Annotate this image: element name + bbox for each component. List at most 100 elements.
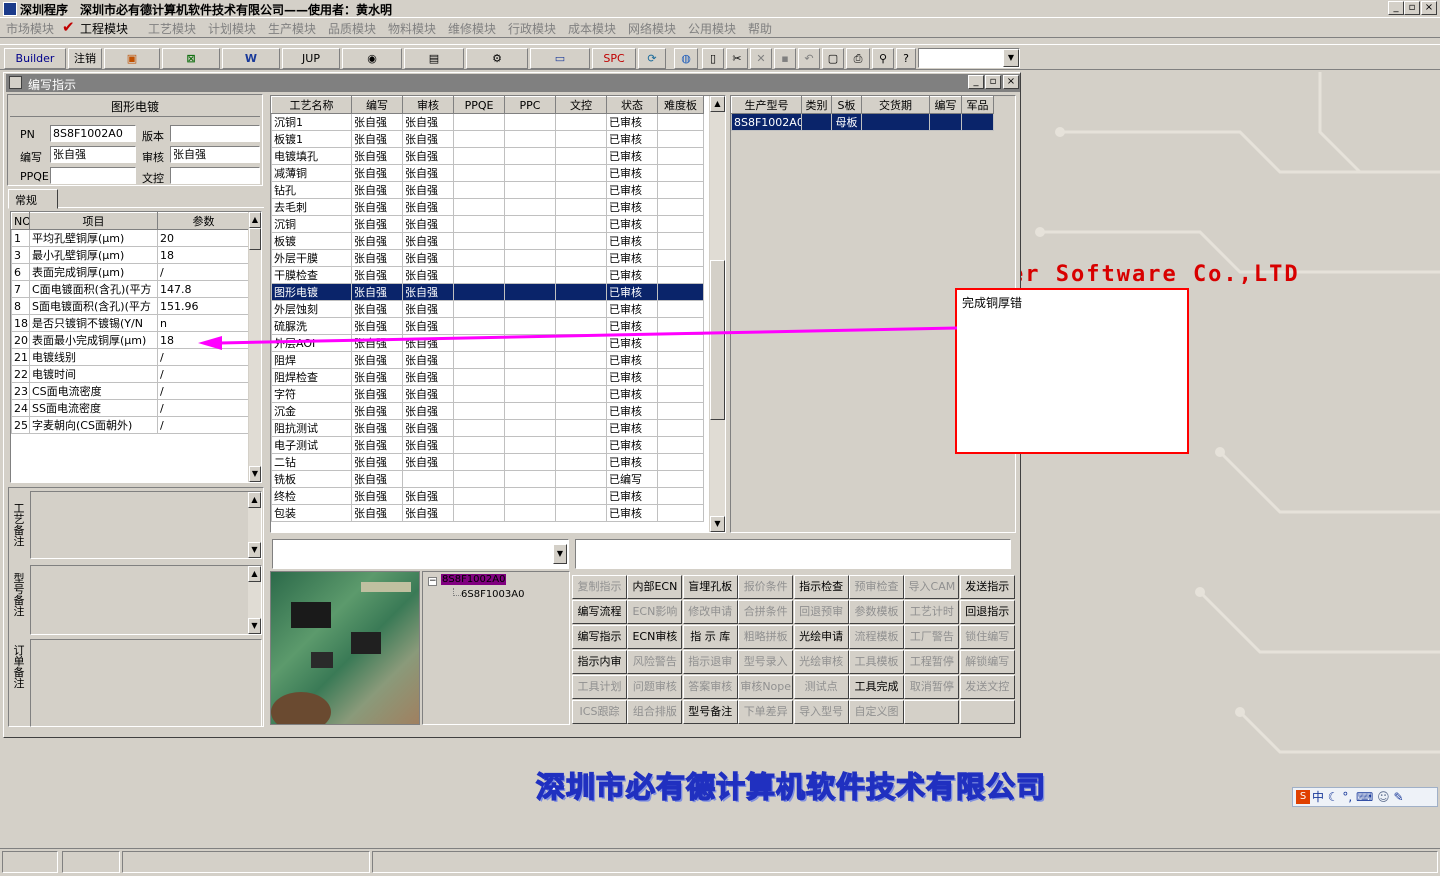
process-cell[interactable]: 张自强 (351, 453, 403, 471)
save-icon[interactable]: ▪ (774, 48, 796, 69)
param-row[interactable]: 21 电镀线别 / (11, 348, 250, 366)
action-button[interactable]: 工程暂停 (904, 650, 960, 674)
action-button[interactable]: 盲埋孔板 (682, 575, 738, 599)
process-cell[interactable] (657, 317, 704, 335)
process-cell[interactable] (453, 164, 505, 182)
process-cell[interactable]: 张自强 (402, 368, 454, 386)
process-cell[interactable] (504, 453, 556, 471)
process-cell[interactable]: 张自强 (351, 385, 403, 403)
process-header[interactable]: PPC (504, 96, 556, 114)
process-cell[interactable] (504, 232, 556, 250)
process-cell[interactable] (555, 487, 607, 505)
param-item[interactable]: CS面电流密度 (29, 382, 158, 400)
process-cell[interactable]: 张自强 (402, 419, 454, 437)
close-button[interactable]: × (1421, 1, 1437, 15)
process-cell[interactable]: 已审核 (606, 181, 658, 199)
param-no[interactable]: 3 (11, 246, 30, 264)
action-button[interactable]: 修改申请 (682, 600, 738, 624)
action-button[interactable]: 审核Nope (738, 675, 794, 699)
toolbar-combo[interactable]: ▼ (918, 48, 1020, 68)
action-button[interactable]: 风险警告 (627, 650, 683, 674)
product-cell[interactable] (801, 113, 832, 131)
process-cell[interactable] (504, 283, 556, 301)
process-cell[interactable] (555, 181, 607, 199)
process-cell[interactable] (453, 402, 505, 420)
process-cell[interactable]: 张自强 (351, 368, 403, 386)
process-header[interactable]: 难度板 (657, 96, 704, 114)
process-cell[interactable] (555, 283, 607, 301)
scroll-down-arrow[interactable]: ▼ (248, 542, 261, 558)
action-button[interactable] (959, 700, 1015, 724)
process-cell[interactable]: 张自强 (402, 453, 454, 471)
process-cell[interactable]: 已审核 (606, 453, 658, 471)
process-cell[interactable] (657, 368, 704, 386)
process-cell[interactable]: 已审核 (606, 113, 658, 131)
builder-button[interactable]: Builder (4, 48, 66, 69)
menu-common[interactable]: 公用模块 (688, 20, 736, 37)
process-cell[interactable]: 张自强 (402, 215, 454, 233)
process-cell[interactable]: 张自强 (351, 317, 403, 335)
process-row[interactable]: 阻抗测试 张自强 张自强 已审核 (271, 419, 704, 437)
param-value[interactable]: n (157, 314, 250, 332)
param-value[interactable]: 18 (157, 246, 250, 264)
process-row[interactable]: 外层蚀刻 张自强 张自强 已审核 (271, 300, 704, 318)
process-header[interactable]: 审核 (402, 96, 454, 114)
process-row[interactable]: 包装 张自强 张自强 已审核 (271, 504, 704, 522)
process-scrollbar[interactable]: ▲ ▼ (709, 96, 725, 532)
process-cell[interactable]: 张自强 (351, 164, 403, 182)
action-button[interactable]: 指示检查 (793, 575, 849, 599)
param-item[interactable]: 电镀线别 (29, 348, 158, 366)
process-cell[interactable] (555, 470, 607, 488)
process-cell[interactable]: 张自强 (402, 181, 454, 199)
menu-engineering[interactable]: 工程模块 (80, 20, 128, 37)
product-row[interactable]: 8S8F1002A0 母板 (731, 113, 994, 131)
scroll-down-arrow[interactable]: ▼ (248, 618, 261, 634)
process-cell[interactable] (504, 436, 556, 454)
process-cell[interactable]: 字符 (271, 385, 352, 403)
process-row[interactable]: 外层干膜 张自强 张自强 已审核 (271, 249, 704, 267)
param-no[interactable]: 18 (11, 314, 30, 332)
process-cell[interactable]: 图形电镀 (271, 283, 352, 301)
process-cell[interactable]: 张自强 (351, 147, 403, 165)
process-cell[interactable]: 张自强 (402, 113, 454, 131)
param-row[interactable]: 18 是否只镀铜不镀锡(Y/N n (11, 314, 250, 332)
process-cell[interactable] (504, 198, 556, 216)
action-button[interactable]: 指示内审 (572, 650, 627, 674)
model-note-scrollbar[interactable]: ▲ ▼ (247, 566, 261, 634)
process-cell[interactable] (555, 130, 607, 148)
action-button[interactable]: 参数模板 (849, 600, 904, 624)
scroll-thumb[interactable] (710, 260, 725, 420)
param-row[interactable]: 20 表面最小完成铜厚(μm) 18 (11, 331, 250, 349)
process-cell[interactable] (453, 317, 505, 335)
process-cell[interactable] (453, 487, 505, 505)
product-header[interactable]: 类别 (801, 96, 832, 114)
process-row[interactable]: 减薄铜 张自强 张自强 已审核 (271, 164, 704, 182)
process-header[interactable]: 工艺名称 (271, 96, 352, 114)
process-cell[interactable]: 终检 (271, 487, 352, 505)
process-cell[interactable]: 张自强 (351, 266, 403, 284)
reviewer-field[interactable]: 张自强 (170, 146, 260, 163)
undo-icon[interactable]: ↶ (798, 48, 820, 69)
process-cell[interactable] (555, 436, 607, 454)
process-cell[interactable] (453, 181, 505, 199)
process-cell[interactable]: 板镀1 (271, 130, 352, 148)
process-cell[interactable]: 已审核 (606, 198, 658, 216)
process-cell[interactable]: 张自强 (402, 300, 454, 318)
param-item[interactable]: 是否只镀铜不镀锡(Y/N (29, 314, 158, 332)
ppt-icon[interactable]: ▣ (104, 48, 160, 69)
action-button[interactable]: 工厂警告 (904, 625, 960, 649)
action-button[interactable]: 发送文控 (959, 675, 1015, 699)
process-cell[interactable]: 张自强 (402, 402, 454, 420)
process-cell[interactable] (504, 249, 556, 267)
chevron-down-icon[interactable]: ▼ (553, 544, 567, 564)
action-button[interactable]: 发送指示 (959, 575, 1015, 599)
process-cell[interactable] (555, 385, 607, 403)
process-row[interactable]: 钻孔 张自强 张自强 已审核 (271, 181, 704, 199)
eye-icon[interactable]: ◉ (342, 48, 402, 69)
process-cell[interactable]: 张自强 (351, 249, 403, 267)
action-button[interactable] (904, 700, 960, 724)
excel-icon[interactable]: ⊠ (162, 48, 220, 69)
process-cell[interactable] (657, 232, 704, 250)
ime-language[interactable]: 中 (1312, 790, 1324, 804)
action-button[interactable]: 内部ECN (627, 575, 683, 599)
